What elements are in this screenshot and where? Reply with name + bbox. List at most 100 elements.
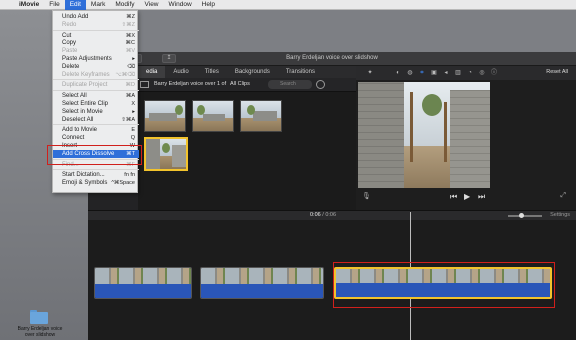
menu-item-shortcut: ⌘C xyxy=(125,40,135,47)
menu-mark[interactable]: Mark xyxy=(86,0,110,10)
tab-titles[interactable]: Titles xyxy=(197,66,227,78)
menu-item-emoji-symbols[interactable]: Emoji & Symbols ^⌘Space xyxy=(53,179,139,187)
menu-item-select-in-movie[interactable]: Select in Movie ▸ xyxy=(53,108,139,116)
timeline-clip[interactable] xyxy=(94,267,192,299)
gear-icon[interactable] xyxy=(316,80,325,89)
tab-audio[interactable]: Audio xyxy=(165,66,196,78)
folder-icon[interactable] xyxy=(30,310,48,324)
eq-icon[interactable]: ▥ xyxy=(454,69,462,77)
menu-item-label: Deselect All xyxy=(62,116,94,123)
speed-icon[interactable]: ◔ xyxy=(466,69,474,77)
menu-item-shortcut: ⌘Z xyxy=(126,14,135,20)
info-icon[interactable]: ⓘ xyxy=(490,69,498,77)
play-button[interactable]: ▶ xyxy=(464,192,470,201)
menu-view[interactable]: View xyxy=(140,0,164,10)
menu-item-label: Redo xyxy=(62,21,77,28)
video-viewer xyxy=(358,82,490,188)
timecode: 0:06 / 0:06 xyxy=(310,212,337,218)
color-balance-icon[interactable]: ◐ xyxy=(394,69,402,77)
menu-item-paste[interactable]: Paste ⌘V xyxy=(53,47,139,55)
stabilization-icon[interactable]: ▣ xyxy=(430,69,438,77)
menu-item-label: Delete xyxy=(62,63,80,70)
reset-all-button[interactable]: Reset All xyxy=(546,69,568,75)
menu-item-shortcut: ^⌘Space xyxy=(111,180,135,187)
search-input[interactable]: Search xyxy=(268,80,312,89)
menu-separator xyxy=(53,79,139,81)
menu-item-shortcut: ⌘A xyxy=(125,93,135,100)
menu-file[interactable]: File xyxy=(44,0,64,10)
menu-separator xyxy=(53,169,139,171)
menu-item-shortcut: ⇧⌘A xyxy=(121,116,135,123)
annotation-highlight-clip xyxy=(333,262,555,308)
volume-icon[interactable]: ◂ xyxy=(442,69,450,77)
window-title: Barry Erdeljan voice over slidshow xyxy=(286,55,378,61)
menu-item-deselect-all[interactable]: Deselect All ⇧⌘A xyxy=(53,116,139,124)
menu-item-select-entire-clip[interactable]: Select Entire Clip X xyxy=(53,100,139,108)
menu-item-shortcut: ⌘V xyxy=(125,48,135,55)
menu-item-start-dictation[interactable]: Start Dictation... fn fn xyxy=(53,171,139,179)
annotation-highlight-menu-item xyxy=(47,145,142,165)
project-name: Barry Erdeljan voice over 1 of xyxy=(154,81,227,87)
media-thumbnail[interactable] xyxy=(240,100,282,132)
menu-item-shortcut: Q xyxy=(130,135,135,142)
filter-icon[interactable]: ◎ xyxy=(478,69,486,77)
wand-icon[interactable]: ✦ xyxy=(366,69,374,77)
menu-item-label: Paste Adjustments xyxy=(62,56,112,62)
menu-item-label: Delete Keyframes xyxy=(62,71,110,78)
folder-label: Barry Erdeljan voice over slidshow xyxy=(17,326,63,338)
menu-item-label: Undo Add xyxy=(62,14,89,20)
menu-item-copy[interactable]: Copy ⌘C xyxy=(53,39,139,47)
skip-back-button[interactable]: ⏮ xyxy=(450,192,457,202)
menu-item-label: Paste xyxy=(62,48,78,55)
menu-item-delete[interactable]: Delete ⌫ xyxy=(53,63,139,71)
menu-help[interactable]: Help xyxy=(197,0,220,10)
sidebar-toggle-icon[interactable] xyxy=(140,81,149,88)
zoom-slider[interactable] xyxy=(508,215,542,217)
menu-item-connect[interactable]: Connect Q xyxy=(53,134,139,142)
menu-window[interactable]: Window xyxy=(164,0,197,10)
menu-item-add-to-movie[interactable]: Add to Movie E xyxy=(53,126,139,134)
menu-item-label: Select All xyxy=(62,93,87,100)
edit-menu: Undo Add ⌘Z Redo ⇧⌘Z Cut ⌘X Copy ⌘C Paste ⌘V Paste… xyxy=(52,10,139,193)
zoom-slider-knob[interactable] xyxy=(519,213,524,218)
tab-backgrounds[interactable]: Backgrounds xyxy=(227,66,278,78)
timeline-clip[interactable] xyxy=(200,267,324,299)
menu-item-label: Connect xyxy=(62,135,85,142)
menu-item-cut[interactable]: Cut ⌘X xyxy=(53,32,139,40)
menu-item-label: Select Entire Clip xyxy=(62,101,109,107)
viewer-toolbar: ✦ ◐ ◍ ⌗ ▣ ◂ ▥ ◔ ◎ ⓘ Reset All xyxy=(356,66,576,80)
clip-filter-select[interactable]: All Clips xyxy=(230,81,250,87)
color-correction-icon[interactable]: ◍ xyxy=(406,69,414,77)
skip-forward-button[interactable]: ⏭ xyxy=(478,192,485,202)
timeline-header: 0:06 / 0:06 Settings xyxy=(88,210,576,220)
menu-item-shortcut: ⌫ xyxy=(127,63,135,70)
media-thumbnail[interactable] xyxy=(144,100,186,132)
menu-item-redo[interactable]: Redo ⇧⌘Z xyxy=(53,21,139,29)
menu-item-shortcut: ⌘D xyxy=(125,82,135,89)
menu-separator xyxy=(53,90,139,92)
tab-transitions[interactable]: Transitions xyxy=(278,66,323,78)
tab-my-media[interactable]: edia xyxy=(138,66,166,78)
crop-icon[interactable]: ⌗ xyxy=(418,69,426,77)
menu-item-undo-add[interactable]: Undo Add ⌘Z xyxy=(53,13,139,21)
menu-imovie[interactable]: iMovie xyxy=(14,0,44,10)
menu-item-label: Start Dictation... xyxy=(62,172,105,179)
menu-item-paste-adjustments[interactable]: Paste Adjustments ▸ xyxy=(53,55,139,63)
timeline-settings-button[interactable]: Settings xyxy=(550,212,570,218)
menu-separator xyxy=(53,29,139,31)
menu-item-shortcut: E xyxy=(131,127,135,134)
menu-modify[interactable]: Modify xyxy=(110,0,139,10)
media-thumbnail-selected[interactable] xyxy=(144,137,188,171)
menu-item-label: Duplicate Project xyxy=(62,82,108,89)
menu-edit[interactable]: Edit xyxy=(64,0,86,10)
microphone-icon[interactable]: 🎙︎ xyxy=(362,192,371,200)
menu-item-label: Copy xyxy=(62,40,77,47)
menu-item-duplicate-project[interactable]: Duplicate Project ⌘D xyxy=(53,81,139,89)
menu-item-label: Emoji & Symbols xyxy=(62,180,108,187)
menu-item-delete-keyframes[interactable]: Delete Keyframes ⌥⌘⌫ xyxy=(53,71,139,79)
media-thumbnail[interactable] xyxy=(192,100,234,132)
menu-item-select-all[interactable]: Select All ⌘A xyxy=(53,92,139,100)
menu-bar: iMovie File Edit Mark Modify View Window… xyxy=(0,0,576,10)
menu-item-label: Add to Movie xyxy=(62,127,98,134)
fullscreen-icon[interactable]: ⤢ xyxy=(560,192,566,200)
